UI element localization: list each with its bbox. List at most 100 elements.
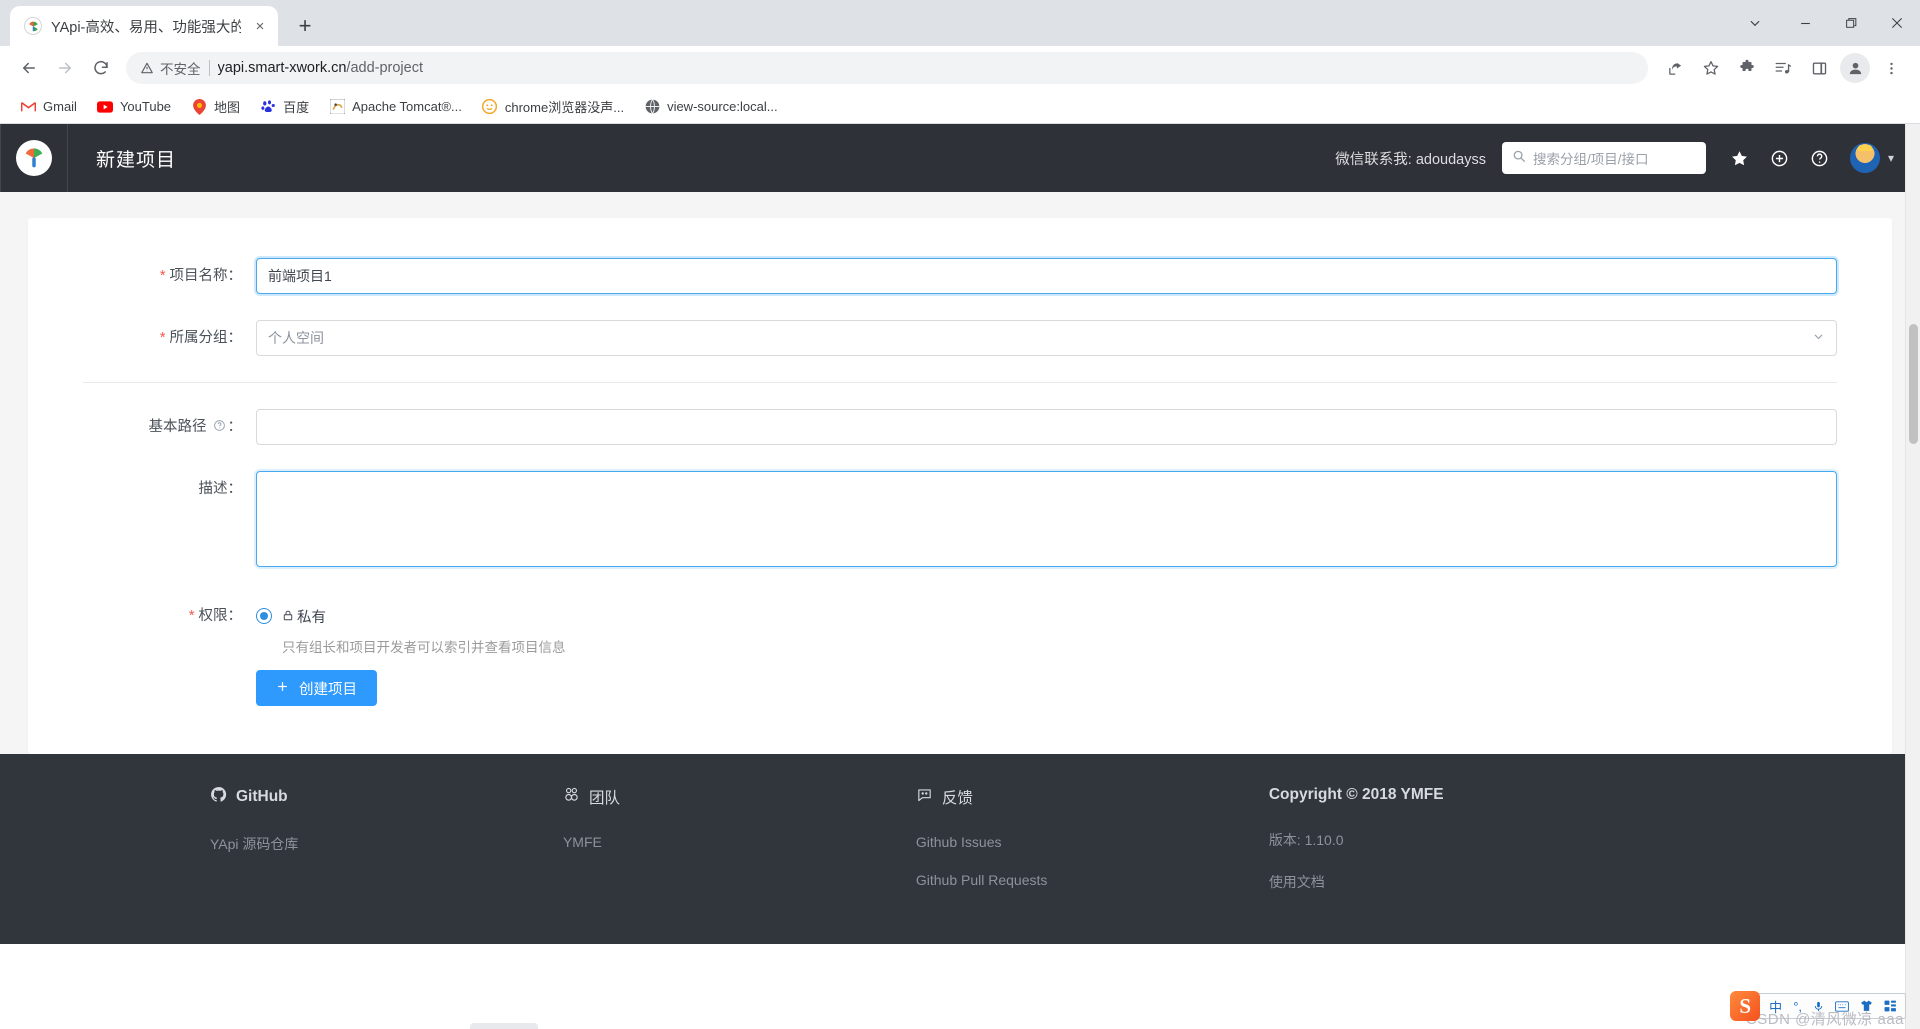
media-list-icon[interactable] <box>1766 51 1800 85</box>
url-text: yapi.smart-xwork.cn/add-project <box>218 60 424 76</box>
footer-column-copyright: Copyright © 2018 YMFE 版本: 1.10.0 使用文档 <box>1269 786 1710 914</box>
permission-radio-private[interactable]: 私有 <box>256 598 1837 634</box>
bookmark-youtube[interactable]: YouTube <box>89 95 179 119</box>
project-name-input[interactable] <box>256 258 1837 294</box>
taskbar-peek <box>470 1023 538 1029</box>
permission-option-text: 私有 <box>297 609 326 626</box>
form-row-basepath: 基本路径 ： <box>28 409 1892 445</box>
bookmark-label: chrome浏览器没声... <box>504 100 625 115</box>
tab-search-icon[interactable] <box>1728 0 1782 46</box>
team-icon <box>563 786 580 808</box>
app-header: 新建项目 微信联系我: adoudayss 搜索分组/项目/接口 ▾ <box>0 124 1920 192</box>
csdn-watermark: CSDN @清风微凉 aaa <box>1745 1011 1904 1028</box>
create-project-button[interactable]: 创建项目 <box>256 670 377 706</box>
label-text: 基本路径 <box>148 419 207 435</box>
description-textarea[interactable] <box>256 471 1837 567</box>
github-icon <box>210 786 227 808</box>
close-window-button[interactable] <box>1874 0 1920 46</box>
browser-tab[interactable]: YApi-高效、易用、功能强大的可 × <box>10 6 278 46</box>
browser-window: YApi-高效、易用、功能强大的可 × + 不安全 yapi.smart-xwo… <box>0 0 1920 1029</box>
page-scrollbar[interactable] <box>1905 124 1920 1029</box>
bookmark-baidu[interactable]: 百度 <box>252 93 317 120</box>
basepath-label: 基本路径 ： <box>28 409 256 445</box>
footer-heading: GitHub <box>210 786 563 808</box>
security-indicator[interactable]: 不安全 <box>140 58 201 78</box>
footer-link[interactable]: YMFE <box>563 834 916 850</box>
footer-link[interactable]: 使用文档 <box>1269 872 1710 892</box>
label-suffix: ： <box>227 419 243 435</box>
tab-title: YApi-高效、易用、功能强大的可 <box>51 19 241 36</box>
footer-link[interactable]: YApi 源码仓库 <box>210 834 563 854</box>
lock-icon <box>282 608 294 624</box>
yapi-logo-icon <box>24 17 42 35</box>
form-row-project-name: * 项目名称： <box>28 258 1892 294</box>
label-text: 权限： <box>198 608 243 624</box>
footer-link[interactable]: Github Issues <box>916 834 1269 850</box>
back-icon[interactable] <box>12 51 46 85</box>
url-path: /add-project <box>346 60 423 76</box>
extensions-icon[interactable] <box>1730 51 1764 85</box>
page-viewport: 新建项目 微信联系我: adoudayss 搜索分组/项目/接口 ▾ * 项目名… <box>0 124 1920 1029</box>
bookmark-tomcat[interactable]: Apache Tomcat®... <box>321 95 470 119</box>
share-icon[interactable] <box>1658 51 1692 85</box>
bookmark-label: 地图 <box>214 100 241 115</box>
new-project-form-card: *项目名称： *所属分组： 个人空间 <box>28 218 1892 754</box>
close-icon[interactable]: × <box>250 16 270 36</box>
globe-icon <box>644 99 660 115</box>
search-input[interactable]: 搜索分组/项目/接口 <box>1501 142 1706 174</box>
footer-column-team: 团队 YMFE <box>563 786 916 914</box>
footer-heading: 团队 <box>563 786 916 808</box>
radio-button[interactable] <box>256 608 272 624</box>
scrollbar-thumb[interactable] <box>1909 324 1918 444</box>
footer-heading-text: GitHub <box>236 788 288 805</box>
bookmark-star-icon[interactable] <box>1694 51 1728 85</box>
window-controls <box>1728 0 1920 46</box>
project-name-label: * 项目名称： <box>28 258 256 294</box>
basepath-input[interactable] <box>256 409 1837 445</box>
forward-icon <box>48 51 82 85</box>
footer-version: 版本: 1.10.0 <box>1268 832 1344 848</box>
chevron-down-icon[interactable]: ▾ <box>1888 151 1894 165</box>
search-placeholder: 搜索分组/项目/接口 <box>1532 152 1649 167</box>
tab-strip: YApi-高效、易用、功能强大的可 × + <box>0 0 1920 46</box>
page-title: 新建项目 <box>96 149 177 171</box>
footer-heading: 反馈 <box>916 786 1269 808</box>
bookmark-view-source[interactable]: view-source:local... <box>636 95 786 119</box>
avatar[interactable] <box>1849 143 1880 173</box>
sogou-logo-icon[interactable]: S <box>1730 991 1761 1021</box>
reload-icon[interactable] <box>84 51 118 85</box>
omnibox-divider <box>208 60 210 76</box>
minimize-button[interactable] <box>1782 0 1828 46</box>
new-tab-button[interactable]: + <box>288 9 322 43</box>
address-bar[interactable]: 不安全 yapi.smart-xwork.cn/add-project <box>126 52 1648 84</box>
plus-circle-icon[interactable] <box>1765 143 1795 173</box>
question-circle-icon[interactable] <box>1805 143 1835 173</box>
app-logo[interactable] <box>0 124 68 192</box>
maximize-button[interactable] <box>1828 0 1874 46</box>
form-row-permission: * 权限： 私有 只有组长和项目开发者可以索引并查看项目信息 <box>28 598 1892 656</box>
profile-avatar-icon[interactable] <box>1838 51 1872 85</box>
footer-heading-text: 团队 <box>588 790 620 807</box>
app-header-right: 微信联系我: adoudayss 搜索分组/项目/接口 ▾ <box>1335 142 1920 174</box>
required-marker: * <box>188 608 195 624</box>
star-icon[interactable] <box>1725 143 1755 173</box>
search-icon <box>1512 149 1526 168</box>
footer-link[interactable]: Github Pull Requests <box>916 872 1269 888</box>
bookmark-gmail[interactable]: Gmail <box>12 95 85 119</box>
group-select[interactable]: 个人空间 <box>256 320 1837 356</box>
menu-kebab-icon[interactable] <box>1874 51 1908 85</box>
plus-icon <box>276 680 289 697</box>
google-maps-icon <box>191 98 207 115</box>
bookmark-chrome-ext[interactable]: chrome浏览器没声... <box>474 93 632 120</box>
baidu-icon <box>260 99 276 115</box>
label-text: 所属分组： <box>169 330 243 346</box>
wechat-contact-note: 微信联系我: adoudayss <box>1335 151 1486 168</box>
toolbar-right-icons <box>1658 51 1908 85</box>
side-panel-icon[interactable] <box>1802 51 1836 85</box>
group-label: * 所属分组： <box>28 320 256 356</box>
footer-heading: Copyright © 2018 YMFE <box>1269 786 1710 804</box>
question-circle-icon[interactable] <box>206 419 227 435</box>
bookmark-maps[interactable]: 地图 <box>183 93 248 120</box>
description-label: 描述： <box>198 481 243 497</box>
browser-toolbar: 不安全 yapi.smart-xwork.cn/add-project <box>0 46 1920 90</box>
